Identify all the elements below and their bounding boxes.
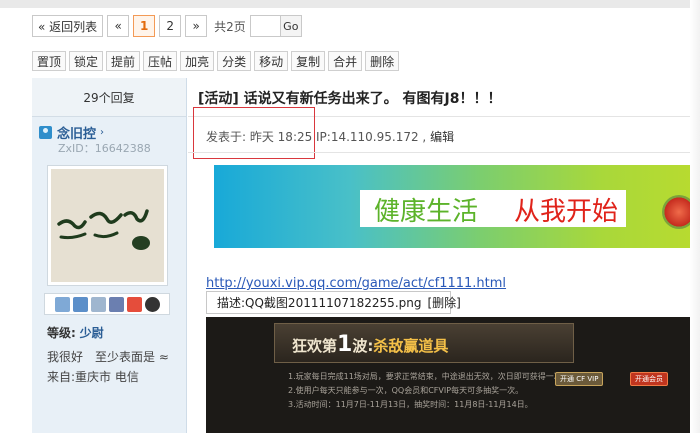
moderation-toolbar: 置顶 锁定 提前 压帖 加亮 分类 移动 复制 合并 删除	[32, 51, 402, 71]
avatar-image	[51, 169, 164, 282]
go-button[interactable]: Go	[279, 15, 302, 37]
game-headline: 狂欢第1波:杀敌赢道具	[292, 332, 448, 357]
headline-highlight: 杀敌赢道具	[373, 337, 449, 355]
level-label: 等级:	[47, 326, 76, 340]
author-id: ZxID：16642388	[58, 142, 151, 155]
copy-button[interactable]: 复制	[291, 51, 326, 71]
post-time: 发表于: 昨天 18:25	[206, 130, 313, 144]
sticky-button[interactable]: 置顶	[32, 51, 67, 71]
forum-thread-page: « 返回列表 « 1 2 » 共2页 Go 置顶 锁定 提前 压帖 加亮 分类 …	[0, 0, 700, 433]
screenshot-image[interactable]: 狂欢第1波:杀敌赢道具 1.玩家每日完成11场对局，要求正常结束，中途退出无效，…	[206, 317, 700, 433]
avatar[interactable]	[47, 165, 168, 286]
author-location: 来自:重庆市 电信	[47, 370, 139, 384]
vip-member-button: 开通会员	[630, 372, 668, 386]
attachment-delete-link[interactable]: [删除]	[427, 294, 460, 311]
author-signature: 我很好 至少表面是 ≈	[47, 350, 169, 364]
post-ip-row: IP:14.110.95.172 , 编辑	[316, 128, 454, 145]
next-page-button[interactable]: »	[185, 15, 208, 37]
banner-text-red: 从我开始	[514, 197, 619, 227]
lock-button[interactable]: 锁定	[69, 51, 104, 71]
total-pages-label: 共2页	[214, 19, 246, 34]
page-1-button[interactable]: 1	[133, 15, 156, 37]
move-button[interactable]: 移动	[254, 51, 289, 71]
search-icon[interactable]	[90, 296, 106, 312]
post-main: [活动] 话说又有新任务出来了。 有图有J8！！！ 发表于: 昨天 18:25 …	[188, 78, 700, 433]
top-shade	[0, 0, 700, 8]
contact-icons	[44, 293, 170, 315]
level-value: 少尉	[79, 326, 104, 340]
reply-count: 29个回复	[32, 78, 186, 117]
page-2-button[interactable]: 2	[159, 15, 182, 37]
headline-prefix: 狂欢第	[292, 337, 338, 355]
delete-button[interactable]: 删除	[365, 51, 400, 71]
bump-button[interactable]: 提前	[106, 51, 141, 71]
attachment-description: 描述:QQ截图20111107182255.png	[217, 296, 422, 310]
attachment-caption: 描述:QQ截图20111107182255.png [删除]	[206, 291, 461, 314]
sink-button[interactable]: 压帖	[143, 51, 178, 71]
thread-title: [活动] 话说又有新任务出来了。 有图有J8！！！	[198, 91, 502, 107]
mail-icon[interactable]	[54, 296, 70, 312]
author-level: 等级: 少尉	[47, 324, 104, 341]
page-jump-input[interactable]	[249, 15, 280, 37]
author-sidebar: 29个回复 念旧控 › ZxID：16642388 等级: 少尉 我很好 至少表…	[32, 78, 187, 433]
chevron-right-icon: ›	[100, 127, 105, 138]
headline-mid: 波:	[352, 337, 374, 355]
profile-card-icon[interactable]	[108, 296, 124, 312]
prev-page-button[interactable]: «	[107, 15, 130, 37]
cf-vip-button: 开通 CF VIP	[555, 372, 604, 386]
game-rule-2: 2.使用户每天只能参与一次，QQ会员和CFVIP每天可多抽奖一次。	[288, 386, 524, 395]
divider	[188, 152, 700, 153]
right-edge-shade	[690, 0, 700, 433]
post-ip: IP:14.110.95.172 ,	[316, 130, 427, 144]
merge-button[interactable]: 合并	[328, 51, 363, 71]
groups-icon[interactable]	[126, 296, 142, 312]
edit-link[interactable]: 编辑	[430, 130, 454, 144]
category-button[interactable]: 分类	[217, 51, 252, 71]
banner-text-green: 健康生活	[374, 197, 479, 227]
highlight-button[interactable]: 加亮	[180, 51, 215, 71]
banner-image: 健康生活 从我开始	[214, 165, 700, 248]
pagination: « 返回列表 « 1 2 » 共2页 Go	[32, 15, 302, 37]
user-icon	[39, 126, 52, 139]
back-to-list-button[interactable]: « 返回列表	[32, 15, 104, 37]
game-rule-3: 3.活动时间：11月7日-11月13日，抽奖时间：11月8日-11月14日。	[288, 400, 533, 409]
add-friend-icon[interactable]	[72, 296, 88, 312]
qq-icon[interactable]	[144, 296, 160, 312]
activity-link[interactable]: http://youxi.vip.qq.com/game/act/cf1111.…	[206, 276, 506, 291]
headline-number: 1	[337, 332, 353, 357]
